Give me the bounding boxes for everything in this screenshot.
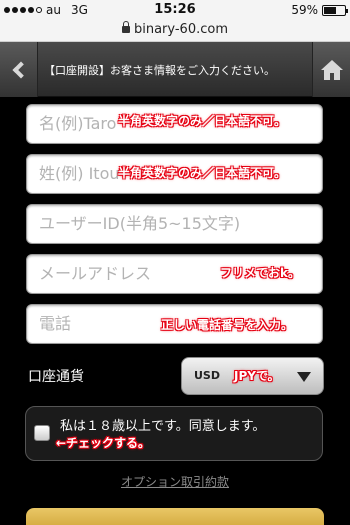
chevron-left-icon xyxy=(12,61,30,78)
url-text: binary-60.com xyxy=(133,22,228,37)
page-header: 【口座開設】お客さま情報をご入力ください。 xyxy=(0,42,350,97)
userid-field[interactable]: ユーザーID(半角5~15文字) xyxy=(26,204,323,244)
status-bar-right: 59% xyxy=(291,3,348,17)
last-name-annotation: 半角英数字のみ／日本語不可。 xyxy=(118,166,287,180)
back-button[interactable] xyxy=(0,42,38,97)
battery-icon xyxy=(322,4,348,16)
email-annotation: フリメでおk。 xyxy=(220,266,300,280)
checkbox-annotation: ←チェックする。 xyxy=(56,436,151,450)
currency-annotation: JPYで。 xyxy=(234,369,280,383)
currency-label: 口座通貨 xyxy=(28,369,84,385)
lock-icon xyxy=(121,21,130,33)
phone-annotation: 正しい電話番号を入力。 xyxy=(161,318,294,332)
terms-link[interactable]: オプション取引約款 xyxy=(0,473,350,490)
submit-button[interactable] xyxy=(26,508,324,525)
first-name-annotation: 半角英数字のみ／日本語不可。 xyxy=(118,114,287,128)
age-agreement-label: 私は１８歳以上です。同意します。 xyxy=(60,419,266,434)
triangle-down-icon xyxy=(297,372,311,382)
url-bar[interactable]: binary-60.com xyxy=(0,20,350,42)
page-title: 【口座開設】お客さま情報をご入力ください。 xyxy=(44,64,275,77)
status-bar: au 3G 15:26 59% xyxy=(0,0,350,20)
home-button[interactable] xyxy=(312,42,350,97)
home-icon xyxy=(320,59,343,80)
battery-percent: 59% xyxy=(291,3,318,17)
age-agreement-checkbox[interactable] xyxy=(34,425,50,441)
currency-value: USD xyxy=(194,369,220,382)
